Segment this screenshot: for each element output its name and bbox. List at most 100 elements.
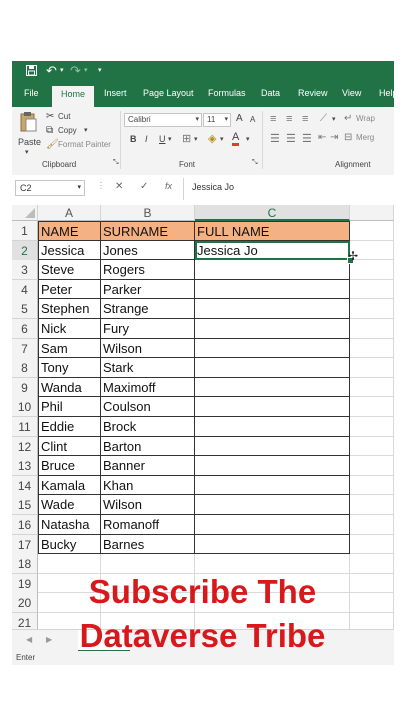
cell-d12[interactable] [350,436,394,457]
row-header-8[interactable]: 8 [12,358,38,379]
cell-d17[interactable] [350,534,394,555]
cell-c4[interactable] [195,279,350,300]
cell-c3[interactable] [195,260,350,280]
copy-dropdown-icon[interactable]: ▾ [84,126,88,134]
format-painter-button[interactable]: Format Painter [58,140,111,149]
cell-c7[interactable] [195,338,350,359]
bold-button[interactable]: B [130,134,137,144]
cell-c1[interactable]: FULL NAME [195,221,350,241]
borders-dropdown-icon[interactable]: ▾ [194,135,198,143]
column-header-b[interactable]: B [101,205,195,221]
cell-d4[interactable] [350,279,394,300]
paste-button[interactable]: Paste [18,137,41,147]
cell-a12[interactable]: Clint [38,436,101,457]
middle-align-icon[interactable]: ≡ [286,113,292,125]
cell-a11[interactable]: Eddie [38,417,101,437]
shrink-font-button[interactable]: A [250,115,255,124]
top-align-icon[interactable]: ≡ [270,113,276,125]
cell-c13[interactable] [195,456,350,476]
orientation-icon[interactable]: ⟋ [320,113,327,124]
row-header-11[interactable]: 11 [12,417,38,437]
cell-b7[interactable]: Wilson [101,338,195,359]
cell-a4[interactable]: Peter [38,279,101,300]
column-header-d[interactable] [350,205,394,221]
fill-color-dropdown-icon[interactable]: ▾ [220,135,224,143]
font-color-button[interactable]: A [232,132,240,146]
cell-c8[interactable] [195,358,350,378]
underline-dropdown-icon[interactable]: ▾ [168,135,172,143]
cell-a10[interactable]: Phil [38,397,101,417]
cell-b10[interactable]: Coulson [101,397,195,417]
cell-a13[interactable]: Bruce [38,456,101,476]
column-header-a[interactable]: A [38,205,101,221]
cell-b11[interactable]: Brock [101,417,195,437]
cell-a2[interactable]: Jessica [38,240,101,261]
cell-a17[interactable]: Bucky [38,534,101,555]
cell-b14[interactable]: Khan [101,475,195,496]
confirm-entry-button[interactable]: ✓ [140,181,148,192]
cell-b1[interactable]: SURNAME [101,221,195,241]
cell-b16[interactable]: Romanoff [101,515,195,535]
cell-d7[interactable] [350,338,394,359]
cell-b6[interactable]: Fury [101,319,195,339]
cell-d6[interactable] [350,319,394,339]
cell-c14[interactable] [195,475,350,496]
align-center-icon[interactable]: ☰ [286,132,296,145]
redo-icon[interactable]: ↷ [70,63,81,79]
row-header-15[interactable]: 15 [12,495,38,516]
cell-a15[interactable]: Wade [38,495,101,515]
cell-d14[interactable] [350,475,394,496]
cell-b8[interactable]: Stark [101,358,195,378]
redo-dropdown-icon[interactable]: ▾ [84,66,88,74]
row-header-12[interactable]: 12 [12,436,38,457]
cell-b9[interactable]: Maximoff [101,377,195,398]
tab-formulas[interactable]: Formulas [208,88,246,98]
save-icon[interactable] [26,65,37,79]
align-left-icon[interactable]: ☰ [270,132,280,145]
format-painter-icon[interactable]: 🖌 [46,139,59,150]
bottom-align-icon[interactable]: ≡ [302,113,308,125]
copy-icon[interactable]: ⧉ [46,125,53,136]
cell-b3[interactable]: Rogers [101,260,195,280]
cell-c10[interactable] [195,397,350,417]
cell-d16[interactable] [350,515,394,535]
fill-color-icon[interactable]: ◈ [208,132,216,145]
cell-a14[interactable]: Kamala [38,475,101,496]
cell-b5[interactable]: Strange [101,299,195,319]
italic-button[interactable]: I [145,134,148,144]
row-header-6[interactable]: 6 [12,319,38,339]
cell-c15[interactable] [195,495,350,515]
borders-icon[interactable]: ⊞ [182,132,191,145]
tab-insert[interactable]: Insert [104,88,127,98]
cell-c12[interactable] [195,436,350,457]
cell-a1[interactable]: NAME [38,221,101,241]
tab-help[interactable]: Help [379,88,394,98]
cell-b4[interactable]: Parker [101,279,195,300]
font-name-select[interactable]: Calibri ▾ [124,113,202,127]
cell-b18[interactable] [101,554,195,574]
align-right-icon[interactable]: ☰ [302,132,312,145]
select-all-corner[interactable] [12,205,38,221]
increase-indent-icon[interactable]: ⇥ [330,132,338,143]
underline-button[interactable]: U [159,134,166,144]
tab-page-layout[interactable]: Page Layout [143,88,194,98]
customize-icon[interactable]: ▾ [98,66,102,74]
font-color-dropdown-icon[interactable]: ▾ [246,135,250,143]
cut-button[interactable]: Cut [58,112,70,121]
cell-c17[interactable] [195,534,350,555]
tab-home[interactable]: Home [52,86,95,107]
tab-file[interactable]: File [24,88,39,98]
cell-c18[interactable] [195,554,350,574]
cell-a16[interactable]: Natasha [38,515,101,535]
undo-icon[interactable]: ↶ [46,63,57,79]
row-header-5[interactable]: 5 [12,299,38,320]
cell-d15[interactable] [350,495,394,515]
cell-c6[interactable] [195,319,350,339]
tab-view[interactable]: View [342,88,361,98]
wrap-text-button[interactable]: Wrap [356,114,375,123]
cell-a5[interactable]: Stephen [38,299,101,319]
tab-data[interactable]: Data [261,88,280,98]
cell-b13[interactable]: Banner [101,456,195,476]
row-header-3[interactable]: 3 [12,260,38,281]
row-header-16[interactable]: 16 [12,515,38,535]
